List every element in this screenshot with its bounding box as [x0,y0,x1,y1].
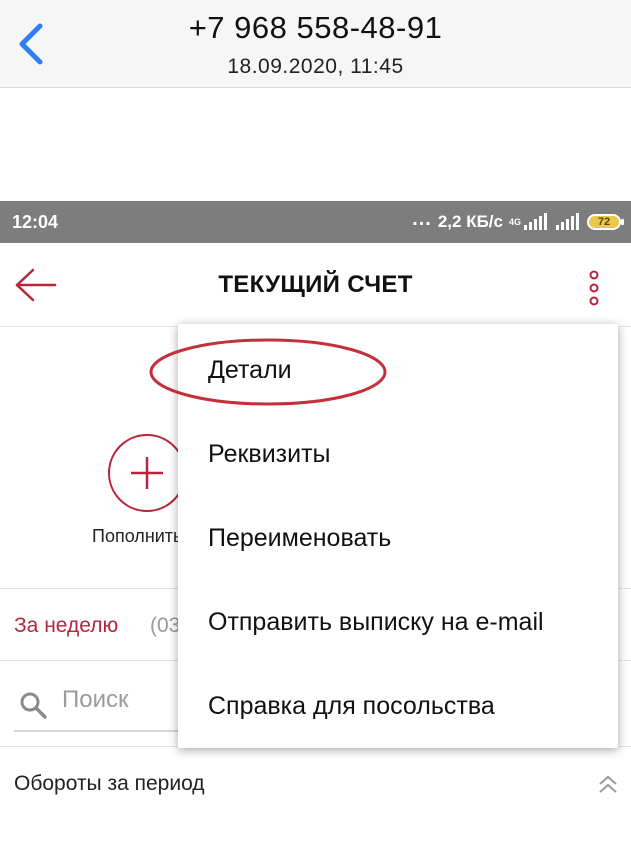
menu-item-embassy-certificate[interactable]: Справка для посольства [178,664,618,748]
status-time: 12:04 [12,212,59,232]
menu-item-send-statement[interactable]: Отправить выписку на e-mail [178,580,618,664]
search-input[interactable] [62,686,182,714]
message-date: 18.09.2020, 11:45 [227,55,404,78]
topup-label: Пополнить [92,526,178,546]
chevrons-up-icon[interactable] [596,772,620,796]
battery-icon: 72 [587,214,624,230]
period-range: (03 [150,614,180,637]
app-bar: ТЕКУЩИЙ СЧЕТ [0,243,631,327]
messenger-header: +7 968 558-48-91 18.09.2020, 11:45 [0,0,631,88]
status-dots: ... [412,208,432,230]
page-title: ТЕКУЩИЙ СЧЕТ [218,271,413,298]
signal-icon [524,213,547,230]
status-bar: 12:04 ... 2,2 КБ/с 4G 72 [0,201,631,243]
search-field[interactable] [14,676,184,732]
more-vertical-icon[interactable] [582,269,606,307]
network-speed: 2,2 КБ/с [437,212,503,231]
contact-phone: +7 968 558-48-91 [188,10,443,45]
period-filter[interactable]: За неделю [14,614,118,638]
status-indicators: ... 2,2 КБ/с 4G 72 [412,208,624,234]
turnover-label: Обороты за период [14,772,205,795]
topup-button[interactable] [108,434,186,512]
search-icon [20,692,47,719]
menu-item-requisites[interactable]: Реквизиты [178,412,618,496]
network-type: 4G [508,216,521,227]
highlight-ellipse [149,338,387,406]
plus-icon [131,457,163,489]
signal-icon-2 [556,213,579,230]
menu-item-rename[interactable]: Переименовать [178,496,618,580]
